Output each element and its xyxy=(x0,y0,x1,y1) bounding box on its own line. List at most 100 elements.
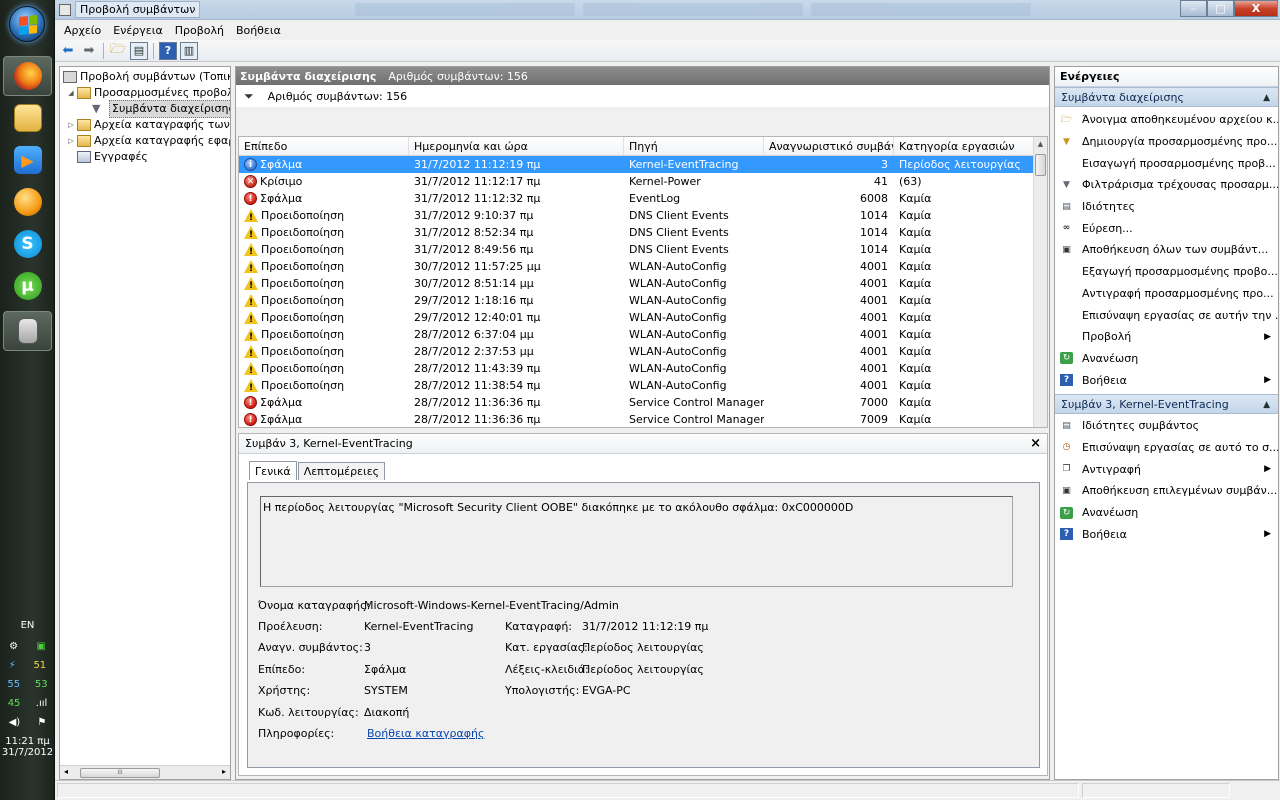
column-date[interactable]: Ημερομηνία και ώρα xyxy=(409,137,624,155)
language-indicator[interactable]: EN xyxy=(0,620,55,631)
action-section2-3[interactable]: ▣ Αποθήκευση επιλεγμένων συμβάν... xyxy=(1055,480,1278,502)
table-row[interactable]: ! Προειδοποίηση 31/7/2012 9:10:37 πμ DNS Cl… xyxy=(239,207,1047,224)
column-source[interactable]: Πηγή xyxy=(624,137,764,155)
action-section1-3[interactable]: ▼ Φιλτράρισμα τρέχουσας προσαρμ... xyxy=(1055,174,1278,196)
show-action-pane-icon[interactable]: ▥ xyxy=(180,41,198,60)
action-section1-8[interactable]: Αντιγραφή προσαρμοσμένης προ... xyxy=(1055,283,1278,305)
collapse-up-icon[interactable]: ▲ xyxy=(1263,88,1270,108)
scroll-up-icon[interactable]: ▲ xyxy=(1034,137,1047,151)
action-section1-10[interactable]: Προβολή ▶ xyxy=(1055,326,1278,348)
back-arrow-icon[interactable]: ⬅ xyxy=(59,42,77,60)
event-message[interactable]: Η περίοδος λειτουργίας "Microsoft Securi… xyxy=(260,496,1013,587)
table-row[interactable]: ! Προειδοποίηση 29/7/2012 12:40:01 πμ WLAN-… xyxy=(239,309,1047,326)
expand-arrow-icon[interactable]: ▷ xyxy=(66,117,76,133)
computer-value[interactable]: EVGA-PC xyxy=(582,684,631,697)
flag-icon[interactable]: ⚑ xyxy=(37,717,46,728)
table-row[interactable]: ! Σφάλμα 31/7/2012 11:12:32 πμ EventLog 6008… xyxy=(239,190,1047,207)
close-button[interactable]: X xyxy=(1234,0,1278,17)
tree-item-admin-events[interactable]: ▼ Συμβάντα διαχείρισης xyxy=(91,100,230,118)
table-row[interactable]: ! Σφάλμα 28/7/2012 11:36:36 πμ Service Cont… xyxy=(239,394,1047,411)
table-row[interactable]: i Σφάλμα 31/7/2012 11:12:19 πμ Kernel-Event… xyxy=(239,156,1047,173)
title-bar[interactable]: Προβολή συμβάντων – □ X xyxy=(55,0,1280,20)
expand-arrow-icon[interactable]: ▷ xyxy=(66,133,76,149)
menu-view[interactable]: Προβολή xyxy=(169,24,230,37)
action-section1-1[interactable]: ▼ Δημιουργία προσαρμοσμένης προ... xyxy=(1055,131,1278,153)
table-row[interactable]: ! Προειδοποίηση 30/7/2012 11:57:25 μμ WLAN-… xyxy=(239,258,1047,275)
table-row[interactable]: ! Προειδοποίηση 29/7/2012 1:18:16 πμ WLAN-A… xyxy=(239,292,1047,309)
scroll-thumb[interactable] xyxy=(1035,154,1046,176)
lightning-icon[interactable]: ⚡ xyxy=(9,660,16,671)
taskbar-explorer[interactable] xyxy=(3,98,52,138)
column-level[interactable]: Επίπεδο xyxy=(239,137,409,155)
up-folder-icon[interactable]: 🗁 xyxy=(109,42,127,60)
action-section2-0[interactable]: ▤ Ιδιότητες συμβάντος xyxy=(1055,415,1278,437)
table-row[interactable]: ! Προειδοποίηση 30/7/2012 8:51:14 μμ WLAN-A… xyxy=(239,275,1047,292)
horizontal-scrollbar[interactable]: ◂ III ▸ xyxy=(60,765,230,779)
keywords-value[interactable]: Περίοδος λειτουργίας xyxy=(582,663,704,676)
taskbar-firefox[interactable] xyxy=(3,56,52,96)
action-section1-12[interactable]: ? Βοήθεια ▶ xyxy=(1055,369,1278,391)
tree-item-custom-views[interactable]: ◢ Προσαρμοσμένες προβολές xyxy=(66,85,230,101)
show-hide-tree-icon[interactable]: ▤ xyxy=(130,41,148,60)
actions-section-admin-events[interactable]: Συμβάντα διαχείρισης ▲ xyxy=(1055,87,1278,107)
table-row[interactable]: ! Προειδοποίηση 31/7/2012 8:49:56 πμ DNS Cl… xyxy=(239,241,1047,258)
action-section1-9[interactable]: Επισύναψη εργασίας σε αυτήν την ... xyxy=(1055,304,1278,326)
table-row[interactable]: ! Προειδοποίηση 28/7/2012 11:43:39 πμ WLAN-… xyxy=(239,360,1047,377)
forward-arrow-icon[interactable]: ➡ xyxy=(80,42,98,60)
maximize-button[interactable]: □ xyxy=(1207,0,1234,17)
taskbar-utorrent[interactable]: µ xyxy=(3,266,52,306)
event-id-value[interactable]: 3 xyxy=(364,641,371,654)
level-value[interactable]: Σφάλμα xyxy=(364,663,406,676)
vertical-scrollbar[interactable]: ▲ xyxy=(1033,137,1047,427)
collapse-up-icon[interactable]: ▲ xyxy=(1263,395,1270,415)
action-section2-1[interactable]: ◷ Επισύναψη εργασίας σε αυτό το σ... xyxy=(1055,437,1278,459)
action-section1-7[interactable]: Εξαγωγή προσαρμοσμένης προβο... xyxy=(1055,261,1278,283)
scroll-right-icon[interactable]: ▸ xyxy=(222,767,226,776)
clock-date[interactable]: 31/7/2012 xyxy=(0,747,55,758)
tray-green-icon[interactable]: ▣ xyxy=(36,641,45,652)
taskbar-event-viewer[interactable] xyxy=(3,311,52,351)
start-button[interactable] xyxy=(9,6,45,42)
table-row[interactable]: ! Προειδοποίηση 28/7/2012 11:38:54 πμ WLAN-… xyxy=(239,377,1047,394)
table-row[interactable]: ! Προειδοποίηση 28/7/2012 6:37:04 μμ WLAN-A… xyxy=(239,326,1047,343)
actions-section-event[interactable]: Συμβάν 3, Kernel-EventTracing ▲ xyxy=(1055,393,1278,415)
action-section1-6[interactable]: ▣ Αποθήκευση όλων των συμβάντ... xyxy=(1055,239,1278,261)
opcode-value[interactable]: Διακοπή xyxy=(364,706,409,719)
scroll-left-icon[interactable]: ◂ xyxy=(64,767,68,776)
table-row[interactable]: ✕ Κρίσιμο 31/7/2012 11:12:17 πμ Kernel-Powe… xyxy=(239,173,1047,190)
action-section1-2[interactable]: Εισαγωγή προσαρμοσμένης προβ... xyxy=(1055,152,1278,174)
menu-help[interactable]: Βοήθεια xyxy=(230,24,287,37)
menu-file[interactable]: Αρχείο xyxy=(58,24,107,37)
user-value[interactable]: SYSTEM xyxy=(364,684,408,697)
steam-icon[interactable]: ⚙ xyxy=(9,641,18,652)
column-task-category[interactable]: Κατηγορία εργασιών xyxy=(894,137,1034,155)
signal-icon[interactable]: .ııl xyxy=(36,698,48,709)
column-event-id[interactable]: Αναγνωριστικό συμβάν... xyxy=(764,137,894,155)
taskbar-skype[interactable]: S xyxy=(3,224,52,264)
action-section2-5[interactable]: ? Βοήθεια ▶ xyxy=(1055,523,1278,545)
close-icon[interactable]: × xyxy=(1030,436,1041,451)
action-section1-0[interactable]: 🗁 Άνοιγμα αποθηκευμένου αρχείου κ... xyxy=(1055,109,1278,131)
table-row[interactable]: ! Προειδοποίηση 28/7/2012 2:37:53 μμ WLAN-A… xyxy=(239,343,1047,360)
action-section1-11[interactable]: ↻ Ανανέωση xyxy=(1055,348,1278,370)
volume-icon[interactable]: ◀) xyxy=(9,717,21,728)
menu-action[interactable]: Ενέργεια xyxy=(107,24,168,37)
tree-item-app-logs[interactable]: ▷ Αρχεία καταγραφής εφαρμ xyxy=(66,133,230,149)
table-row[interactable]: ! Σφάλμα 28/7/2012 11:36:36 πμ Service Cont… xyxy=(239,411,1047,427)
taskbar-media[interactable]: ▶ xyxy=(3,140,52,180)
collapse-arrow-icon[interactable]: ◢ xyxy=(66,85,76,101)
tree-item-windows-logs[interactable]: ▷ Αρχεία καταγραφής των Wi xyxy=(66,117,230,133)
event-log-help-link[interactable]: Βοήθεια καταγραφής xyxy=(367,727,484,740)
tab-general[interactable]: Γενικά xyxy=(249,461,297,480)
table-row[interactable]: ! Προειδοποίηση 31/7/2012 8:52:34 πμ DNS Cl… xyxy=(239,224,1047,241)
action-section1-5[interactable]: ∞ Εύρεση... xyxy=(1055,217,1278,239)
action-section2-4[interactable]: ↻ Ανανέωση xyxy=(1055,502,1278,524)
action-section1-4[interactable]: ▤ Ιδιότητες xyxy=(1055,196,1278,218)
task-category-value[interactable]: Περίοδος λειτουργίας xyxy=(582,641,704,654)
log-name-value[interactable]: Microsoft-Windows-Kernel-EventTracing/Ad… xyxy=(364,599,619,612)
help-icon[interactable]: ? xyxy=(159,41,177,60)
scroll-thumb[interactable]: III xyxy=(80,768,160,778)
source-value[interactable]: Kernel-EventTracing xyxy=(364,620,473,633)
action-section2-2[interactable]: ❐ Αντιγραφή ▶ xyxy=(1055,458,1278,480)
minimize-button[interactable]: – xyxy=(1180,0,1207,17)
